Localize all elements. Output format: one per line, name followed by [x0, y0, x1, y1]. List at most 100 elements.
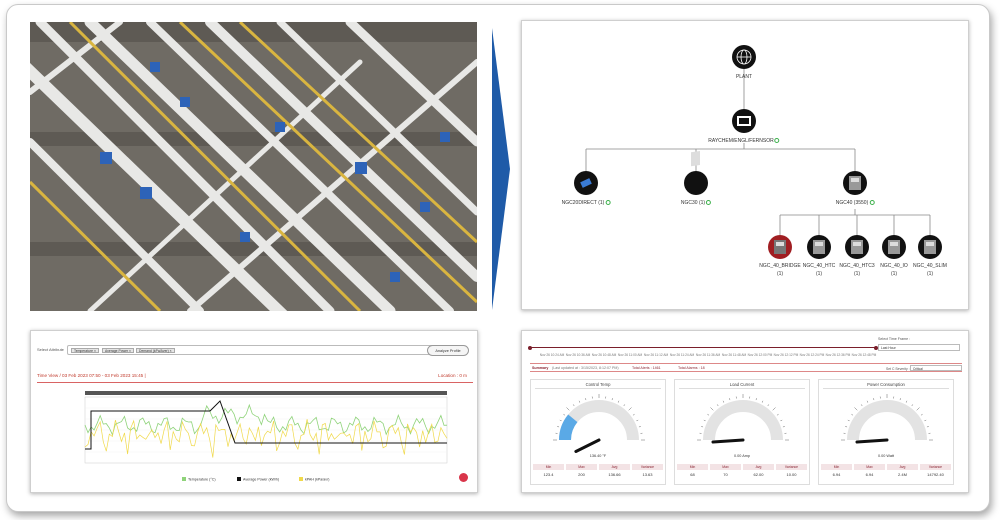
node-label-bridge[interactable]: NGC_40_BRIDGE [759, 263, 800, 269]
stat-value: 2.4M [898, 472, 907, 477]
gauge-track [703, 400, 783, 441]
gauge-tick [701, 426, 704, 428]
gauge-tick [776, 413, 779, 416]
device-icon-htc [807, 235, 831, 259]
gauge-tick [729, 398, 731, 401]
node-count: (1) [853, 271, 861, 277]
analyze-profile-button[interactable]: Analyze Profile [427, 345, 469, 356]
gauge-fill [559, 414, 578, 441]
time-frame-select[interactable]: Last Hour [878, 344, 960, 351]
gauge-title: Power Consumption [867, 382, 905, 387]
gauge-needle [711, 438, 745, 444]
gauge-tick [847, 419, 850, 422]
time-frame-label: Select Time Frame : [878, 337, 911, 341]
node-label-slim[interactable]: NGC_40_SLIM [913, 263, 947, 269]
gauge-dial [697, 394, 789, 444]
gauge-card-control-temp: Control Temp 136.40 °F Min 123.4 Max 200 Avg… [530, 379, 666, 485]
gauge-tick [716, 404, 719, 407]
gauge-tick [703, 419, 706, 422]
gauge-tick [899, 398, 901, 401]
gauge-card-load-current: Load Current 0.00 Amp Min 68 Max 70 Avg 62.00… [674, 379, 810, 485]
trend-chart[interactable]: Temperature (°C) Average Power (kW/h) kP… [37, 385, 473, 489]
timeline-tick-label: Nov 26 11:36 AM [695, 353, 721, 357]
asset-hierarchy-tree: PLANT RAYCHEM/ENGL/FERNSOR NGC20DIRECT (… [521, 20, 969, 310]
stat-value: 123.4 [543, 472, 554, 477]
gauge-needle [574, 438, 601, 453]
timeline-handle-start[interactable] [528, 345, 532, 350]
summary-bar: Summary (Last updated at : 3/15/2023, 8:… [530, 363, 962, 372]
gauge-card-power-consumption: Power Consumption 0.00 Watt Min 6.94 Max 6.… [818, 379, 954, 485]
timeline-tick-label: Nov 26 10:24 AM [539, 353, 565, 357]
gauge-tick [926, 426, 929, 428]
gauge-tick [782, 426, 785, 428]
gauge-tick [755, 398, 757, 401]
device-icon-ngc30 [684, 150, 708, 195]
node-label-ngc30[interactable]: NGC30 (1) [681, 200, 712, 206]
gauge-tick [557, 426, 560, 428]
gauge-tick [710, 407, 714, 411]
severity-select[interactable]: Critical [910, 365, 962, 371]
gauge-tick [628, 407, 632, 411]
legend-item-kpah: kPAH (kPa/avr) [305, 478, 330, 482]
chart-legend: Temperature (°C) Average Power (kW/h) kP… [182, 477, 330, 482]
node-label-htc3[interactable]: NGC_40_HTC3 [839, 263, 874, 269]
timeline-slider[interactable] [530, 347, 876, 349]
stat-value: 6.94 [832, 472, 841, 477]
gauge-tick [924, 419, 927, 422]
timeline-handle-end[interactable] [874, 345, 878, 350]
last-updated: (Last updated at : 3/15/2023, 8:12:07 PM… [552, 366, 619, 370]
gauge-tick [772, 407, 776, 411]
node-count: (1) [890, 271, 898, 277]
stat-value: 136.66 [608, 472, 621, 477]
stat-value: 10.00 [786, 472, 797, 477]
node-label-ngc20[interactable]: NGC20DIRECT (1) [562, 200, 611, 206]
ok-icon [774, 138, 780, 144]
node-label-controller[interactable]: RAYCHEM/ENGL/FERNSOR [708, 138, 780, 144]
trend-panel: Select Attribute Temperature × Average P… [30, 330, 478, 493]
timeline-tick-label: Nov 26 11:48 AM [721, 353, 747, 357]
gauge-dial [553, 394, 645, 453]
stat-header: Variance [632, 464, 663, 470]
gauge-tick [873, 398, 875, 401]
stat-value: 13.63 [642, 472, 653, 477]
gauge-tick [559, 419, 562, 422]
legend-item-power: Average Power (kW/h) [243, 478, 279, 482]
gauge-tick [611, 398, 613, 401]
gauge-needle [855, 438, 889, 444]
attribute-chip[interactable]: Temperature × [71, 348, 99, 353]
gauge-tick [578, 400, 581, 403]
gauge-tick [866, 400, 869, 403]
stat-header: Avg [599, 464, 630, 470]
stat-header: Variance [920, 464, 951, 470]
timeline-tick-label: Nov 26 12:24 PM [799, 353, 825, 357]
gauge-tick [767, 404, 770, 407]
timeline-tick-label: Nov 26 12:36 PM [825, 353, 851, 357]
node-label-ngc40[interactable]: NGC40 (3550) [836, 200, 875, 206]
ok-icon [605, 200, 611, 206]
timeline-tick-label: Nov 26 11:00 AM [617, 353, 643, 357]
help-button[interactable] [459, 473, 468, 482]
timeline-tick-label: Nov 26 11:24 AM [669, 353, 695, 357]
gauge-tick [722, 400, 725, 403]
stat-header: Min [821, 464, 852, 470]
node-label-io[interactable]: NGC_40_IO [880, 263, 908, 269]
severity-label: Set C Severity : [886, 366, 910, 371]
stat-value: 62.00 [753, 472, 764, 477]
attribute-chip[interactable]: Average Power × [102, 348, 135, 353]
node-label-plant[interactable]: PLANT [736, 74, 752, 80]
legend-item-temp: Temperature (°C) [188, 478, 216, 482]
attribute-select[interactable]: Temperature × Average Power × Demand (kP… [67, 345, 452, 355]
pipeline-photo [30, 22, 477, 311]
globe-icon [732, 45, 756, 69]
attribute-chip[interactable]: Demand (kPa/Aver) × [136, 348, 175, 353]
gauge-tick [636, 419, 639, 422]
node-label-htc[interactable]: NGC_40_HTC [803, 263, 836, 269]
stat-header: Max [854, 464, 885, 470]
stat-value: 68 [690, 472, 695, 477]
select-attribute-label: Select Attribute [37, 347, 64, 352]
gauge-tick [566, 407, 570, 411]
stat-header: Variance [776, 464, 807, 470]
gauge-tick [905, 400, 908, 403]
gauge-value: 0.00 Amp [733, 454, 751, 458]
gauge-tick [920, 413, 923, 416]
